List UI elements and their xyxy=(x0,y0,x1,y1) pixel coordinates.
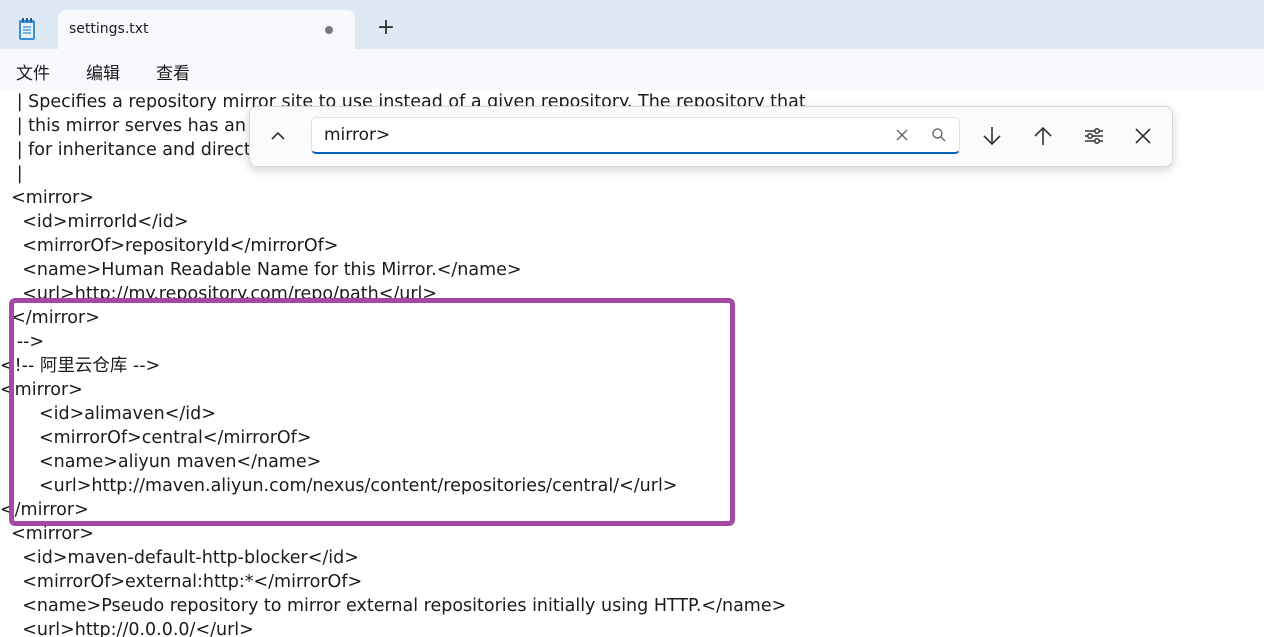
menu-file[interactable]: 文件 xyxy=(16,59,50,84)
editor-line: <mirror> xyxy=(0,188,94,208)
arrow-up-icon xyxy=(1034,126,1052,145)
find-panel xyxy=(249,106,1173,167)
find-previous-button[interactable] xyxy=(1031,124,1055,148)
arrow-down-icon xyxy=(983,127,1001,146)
title-bar: settings.txt + xyxy=(0,0,1264,49)
editor-line: <name>Human Readable Name for this Mirro… xyxy=(0,260,522,280)
editor-line: <mirrorOf>external:http:*</mirrorOf> xyxy=(0,572,363,592)
menu-view[interactable]: 查看 xyxy=(156,59,190,84)
find-input-box[interactable] xyxy=(311,117,960,154)
find-next-button[interactable] xyxy=(980,124,1004,148)
editor-line: <name>Pseudo repository to mirror extern… xyxy=(0,596,787,616)
text-editor[interactable]: | Specifies a repository mirror site to … xyxy=(0,90,1264,637)
close-icon xyxy=(1135,128,1151,144)
clear-icon[interactable] xyxy=(893,126,911,144)
find-options-button[interactable] xyxy=(1082,124,1106,148)
chevron-up-icon xyxy=(271,131,285,140)
sliders-icon xyxy=(1085,128,1103,144)
search-icon[interactable] xyxy=(930,126,948,144)
find-input[interactable] xyxy=(324,124,864,146)
menu-bar: 文件 编辑 查看 xyxy=(0,49,1264,91)
editor-line: | xyxy=(0,164,23,184)
editor-line: <id>mirrorId</id> xyxy=(0,212,189,232)
highlight-annotation-box xyxy=(9,298,735,526)
tab-title: settings.txt xyxy=(69,21,149,37)
notepad-icon xyxy=(17,17,37,41)
editor-line: <id>maven-default-http-blocker</id> xyxy=(0,548,359,568)
close-find-button[interactable] xyxy=(1131,124,1155,148)
collapse-replace-button[interactable] xyxy=(266,124,290,148)
editor-line: <mirrorOf>repositoryId</mirrorOf> xyxy=(0,236,339,256)
editor-line: <url>http://0.0.0.0/</url> xyxy=(0,620,254,637)
unsaved-dot-icon[interactable] xyxy=(325,26,333,34)
tab-settings-txt[interactable]: settings.txt xyxy=(58,10,355,49)
menu-edit[interactable]: 编辑 xyxy=(86,59,120,84)
new-tab-button[interactable]: + xyxy=(374,16,398,40)
